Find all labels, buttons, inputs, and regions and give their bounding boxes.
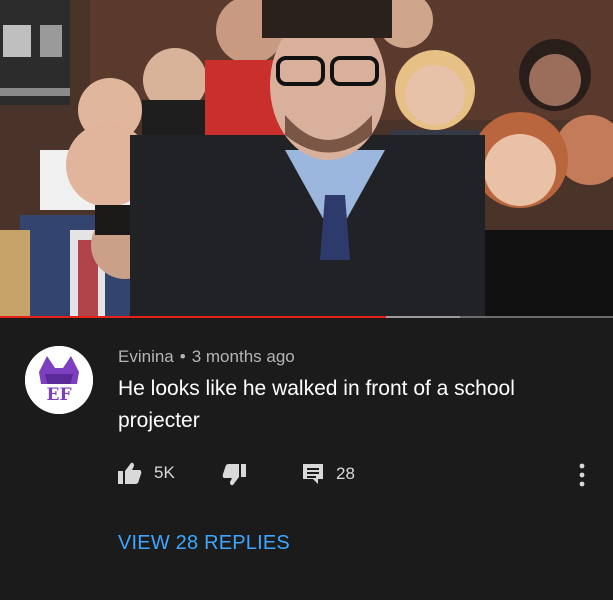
comment-timestamp[interactable]: 3 months ago	[192, 347, 295, 366]
video-buffered-bar	[386, 316, 460, 318]
like-count: 5K	[154, 463, 175, 482]
video-player[interactable]	[0, 0, 613, 318]
comment-icon	[303, 464, 323, 484]
dislike-button[interactable]	[222, 464, 246, 486]
reply-count: 28	[336, 464, 355, 483]
meta-separator: •	[179, 347, 186, 366]
avatar[interactable]: EF	[25, 346, 93, 414]
more-vertical-icon	[579, 463, 585, 487]
video-frame	[0, 0, 613, 318]
thumbs-down-icon	[222, 464, 246, 486]
like-button[interactable]: 5K	[118, 462, 175, 484]
comment-meta: Evinina • 3 months ago	[118, 347, 295, 367]
comment	[0, 320, 613, 600]
avatar-logo: EF	[25, 346, 93, 414]
avatar-text: EF	[46, 385, 71, 405]
thumbs-up-icon	[118, 462, 142, 484]
comment-text: He looks like he walked in front of a sc…	[118, 377, 515, 432]
more-options-button[interactable]	[574, 462, 590, 488]
reply-button[interactable]: 28	[302, 463, 355, 485]
comment-author[interactable]: Evinina	[118, 347, 174, 366]
video-progress-track[interactable]	[0, 316, 613, 318]
view-replies-button[interactable]: VIEW 28 REPLIES	[118, 532, 290, 555]
video-progress-bar	[0, 316, 386, 318]
